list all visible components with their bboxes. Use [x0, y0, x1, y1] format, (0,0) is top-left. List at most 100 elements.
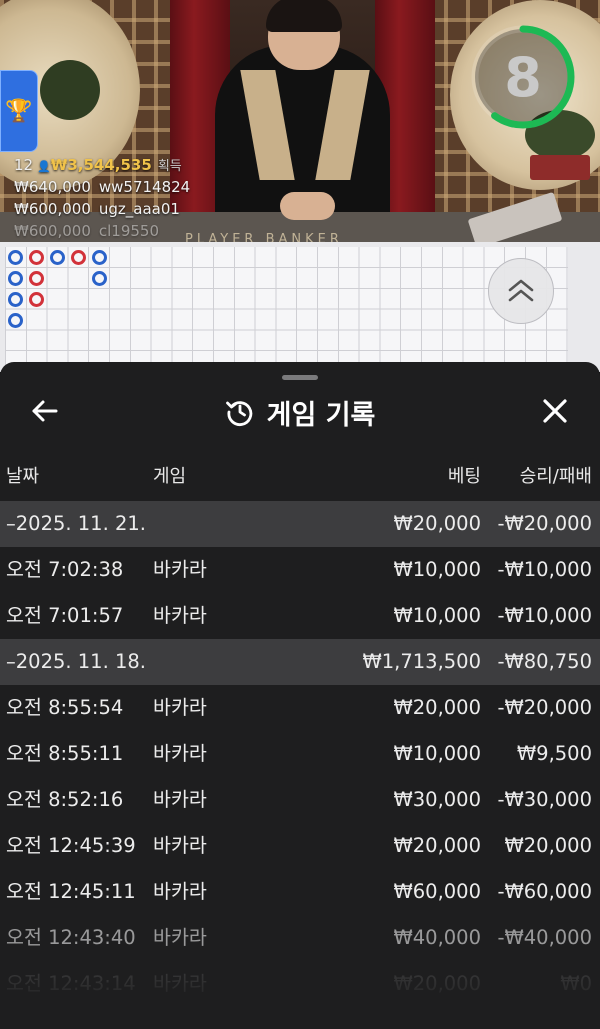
history-row: 오전 8:52:16 바카라 ₩30,000 -₩30,000 [0, 777, 600, 823]
player-bead [92, 271, 107, 286]
row-result: ₩9,500 [516, 742, 592, 765]
row-bet: ₩10,000 [393, 604, 481, 627]
winner-user: ugz_aaa01 [98, 200, 180, 218]
row-result: -₩20,000 [497, 696, 592, 719]
row-game: 바카라 [153, 880, 207, 903]
row-result: -₩20,000 [497, 512, 592, 535]
banker-bead [29, 292, 44, 307]
row-bet: ₩10,000 [393, 742, 481, 765]
table-header: 날짜 게임 베팅 승리/패배 [0, 462, 600, 492]
sheet-header: 게임 기록 [0, 392, 600, 432]
row-date: 오전 7:01:57 [6, 604, 124, 627]
live-video-stream: PLAYER BANKER 🏆 8 12 👤₩3,544,535 획득 ₩640,0… [0, 0, 600, 242]
row-bet: ₩20,000 [393, 696, 481, 719]
winner-amount: ₩600,000 [14, 200, 91, 218]
history-row: 오전 8:55:54 바카라 ₩20,000 -₩20,000 [0, 685, 600, 731]
player-bead [8, 313, 23, 328]
row-result: -₩40,000 [497, 926, 592, 949]
dealer-hair [266, 0, 342, 32]
winner-amount: ₩600,000 [14, 222, 91, 240]
bonsai-left [40, 60, 100, 120]
row-result: -₩80,750 [497, 650, 592, 673]
winner-amount: ₩640,000 [14, 178, 91, 196]
bonsai-pot [530, 155, 590, 180]
row-date: 오전 8:55:54 [6, 696, 124, 719]
row-game: 바카라 [153, 926, 207, 949]
close-button[interactable] [538, 394, 572, 428]
row-date: 오전 12:43:40 [6, 926, 136, 949]
banker-bead [29, 250, 44, 265]
winner-user: ww5714824 [98, 178, 191, 196]
column-result: 승리/패배 [519, 466, 592, 487]
column-date: 날짜 [6, 466, 40, 487]
row-result: -₩30,000 [497, 788, 592, 811]
banker-bead [29, 271, 44, 286]
row-bet: ₩60,000 [393, 880, 481, 903]
history-list: –2025. 11. 21. ₩20,000 -₩20,000 오전 7:02:38 바… [0, 501, 600, 1007]
row-date: –2025. 11. 18. [6, 650, 146, 673]
trophy-button[interactable]: 🏆 [0, 70, 38, 152]
player-bead [50, 250, 65, 265]
history-row: 오전 12:43:40 바카라 ₩40,000 -₩40,000 [0, 915, 600, 961]
game-history-sheet: 게임 기록 날짜 게임 베팅 승리/패배 –2025. 11. 21. ₩20,0… [0, 362, 600, 1029]
player-bead [8, 271, 23, 286]
history-row: 오전 7:01:57 바카라 ₩10,000 -₩10,000 [0, 593, 600, 639]
list-fade [0, 962, 600, 1029]
winner-user: cl19550 [98, 222, 160, 240]
history-date-group[interactable]: –2025. 11. 18. ₩1,713,500 -₩80,750 [0, 639, 600, 685]
history-clock-icon [225, 401, 252, 427]
row-result: ₩20,000 [504, 834, 592, 857]
row-bet: ₩20,000 [393, 512, 481, 535]
table-print: PLAYER BANKER [185, 232, 343, 242]
history-row: 오전 12:45:11 바카라 ₩60,000 -₩60,000 [0, 869, 600, 915]
row-bet: ₩30,000 [393, 788, 481, 811]
winner-count: 12 [14, 156, 34, 174]
row-game: 바카라 [153, 834, 207, 857]
winner-suffix: 획득 [157, 159, 182, 174]
row-date: 오전 8:52:16 [6, 788, 124, 811]
trophy-icon: 🏆 [5, 98, 33, 124]
winners-summary: 12 👤₩3,544,535 획득 [14, 154, 190, 176]
row-bet: ₩1,713,500 [362, 650, 481, 673]
banker-bead [71, 250, 86, 265]
row-date: 오전 7:02:38 [6, 558, 124, 581]
row-date: 오전 12:45:11 [6, 880, 136, 903]
scroll-up-button[interactable] [488, 258, 554, 324]
row-game: 바카라 [153, 788, 207, 811]
dealer-hands [280, 192, 335, 220]
history-row: 오전 8:55:11 바카라 ₩10,000 ₩9,500 [0, 731, 600, 777]
row-game: 바카라 [153, 558, 207, 581]
person-icon: 👤 [37, 160, 51, 173]
history-date-group[interactable]: –2025. 11. 21. ₩20,000 -₩20,000 [0, 501, 600, 547]
row-date: 오전 12:45:39 [6, 834, 136, 857]
row-result: -₩10,000 [497, 604, 592, 627]
row-game: 바카라 [153, 696, 207, 719]
winners-ticker: 12 👤₩3,544,535 획득 ₩640,000 ww5714824 ₩600,0… [14, 154, 190, 242]
row-game: 바카라 [153, 742, 207, 765]
winner-entry: ₩640,000 ww5714824 [14, 176, 190, 198]
column-bet: 베팅 [447, 466, 481, 487]
row-result: -₩10,000 [497, 558, 592, 581]
winner-entry: ₩600,000 cl19550 [14, 220, 190, 242]
row-result: -₩60,000 [497, 880, 592, 903]
player-bead [92, 250, 107, 265]
row-date: 오전 8:55:11 [6, 742, 124, 765]
countdown-timer: 8 [504, 45, 542, 109]
history-row: 오전 7:02:38 바카라 ₩10,000 -₩10,000 [0, 547, 600, 593]
row-date: –2025. 11. 21. [6, 512, 146, 535]
close-icon [543, 399, 567, 423]
row-bet: ₩10,000 [393, 558, 481, 581]
winner-total: ₩3,544,535 [50, 156, 152, 174]
row-game: 바카라 [153, 604, 207, 627]
double-chevron-up-icon [508, 279, 534, 302]
bead-road-grid [5, 247, 568, 372]
row-bet: ₩20,000 [393, 834, 481, 857]
winner-entry: ₩600,000 ugz_aaa01 [14, 198, 190, 220]
player-bead [8, 250, 23, 265]
sheet-drag-handle[interactable] [282, 375, 318, 380]
row-bet: ₩40,000 [393, 926, 481, 949]
sheet-title: 게임 기록 [266, 399, 376, 431]
player-bead [8, 292, 23, 307]
column-game: 게임 [153, 466, 187, 487]
history-row: 오전 12:45:39 바카라 ₩20,000 ₩20,000 [0, 823, 600, 869]
